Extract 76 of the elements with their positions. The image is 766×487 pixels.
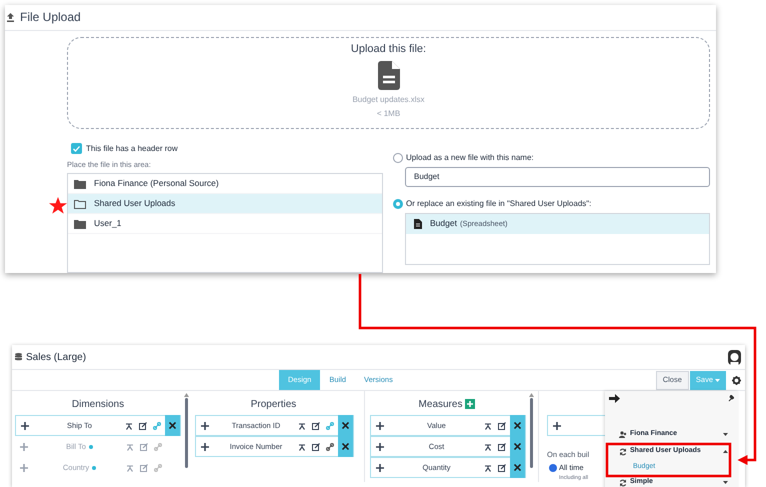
panel-title: Sales (Large): [26, 350, 86, 364]
radio-button[interactable]: [549, 464, 557, 472]
close-icon: [514, 422, 521, 429]
close-icon: [342, 443, 349, 450]
radio-button[interactable]: [393, 152, 403, 163]
remove-button[interactable]: [510, 415, 525, 436]
edit-icon[interactable]: [312, 442, 320, 450]
folder-icon: [74, 218, 86, 228]
edit-icon[interactable]: [498, 442, 506, 450]
person-icon[interactable]: [484, 464, 492, 472]
edit-icon[interactable]: [312, 422, 320, 430]
remove-button[interactable]: [338, 436, 353, 457]
move-icon: [376, 464, 384, 472]
database-icon: [15, 353, 22, 361]
scroll-up-icon[interactable]: [184, 393, 189, 397]
check-icon: [73, 146, 80, 152]
document-icon: [378, 61, 400, 90]
person-icon[interactable]: [298, 442, 306, 450]
drop-zone-heading: Upload this file:: [350, 42, 426, 57]
sync-icon: [619, 448, 627, 456]
drop-zone[interactable]: Upload this file: Budget updates.xlsx < 1MB: [67, 36, 710, 129]
move-icon: [376, 422, 384, 430]
close-icon: [342, 422, 349, 429]
caret-icon: [723, 481, 728, 484]
close-icon: [514, 443, 521, 450]
move-icon: [553, 422, 561, 430]
move-icon: [20, 464, 28, 472]
upload-icon: [7, 12, 14, 22]
radio-label: Upload as a new file with this name:: [406, 152, 534, 164]
remove-button[interactable]: [165, 415, 180, 436]
column-title: Measures: [418, 398, 462, 412]
remove-button[interactable]: [338, 415, 353, 436]
move-icon: [21, 422, 29, 430]
close-icon: [169, 422, 176, 429]
document-icon: [414, 218, 422, 229]
person-icon[interactable]: [298, 422, 306, 430]
move-icon: [376, 442, 384, 450]
users-icon: [619, 431, 627, 438]
caret-icon: [723, 450, 728, 453]
caret-icon: [723, 433, 728, 436]
pin-icon[interactable]: [728, 395, 734, 402]
file-name: Budget updates.xlsx: [352, 94, 425, 106]
move-icon: [201, 442, 209, 450]
column-title: Properties: [250, 398, 296, 412]
sync-icon: [619, 478, 627, 486]
folder-icon: [74, 198, 86, 208]
edit-icon[interactable]: [498, 464, 506, 472]
column-title: Dimensions: [72, 398, 124, 412]
file-size: < 1MB: [376, 108, 400, 120]
person-icon[interactable]: [484, 422, 492, 430]
person-icon[interactable]: [125, 422, 133, 430]
person-icon[interactable]: [484, 442, 492, 450]
remove-button[interactable]: [510, 457, 525, 478]
radio-button[interactable]: [393, 198, 403, 209]
settings-icon[interactable]: [732, 376, 741, 384]
avatar-icon: [728, 350, 741, 364]
move-icon: [20, 442, 28, 450]
edit-icon[interactable]: [139, 422, 147, 430]
move-icon: [201, 422, 209, 430]
caret-icon: [715, 378, 720, 382]
star-marker: [49, 197, 67, 214]
plus-icon: [467, 401, 474, 407]
add-button[interactable]: [465, 399, 476, 409]
close-icon: [514, 464, 521, 471]
panel-title: File Upload: [20, 9, 81, 26]
edit-icon[interactable]: [498, 422, 506, 430]
checkbox-label: This file has a header row: [86, 142, 178, 155]
arrow-icon[interactable]: [609, 394, 620, 403]
name-input[interactable]: Budget: [405, 166, 710, 187]
link-icon[interactable]: [326, 442, 334, 450]
radio-label: Or replace an existing file in "Shared User Uploads":: [406, 198, 592, 210]
folder-item[interactable]: User_1: [68, 214, 382, 234]
scroll-up-icon[interactable]: [529, 393, 534, 397]
folder-item[interactable]: Shared User Uploads: [68, 194, 382, 214]
checkbox[interactable]: [71, 143, 82, 154]
folder-icon: [74, 178, 86, 188]
